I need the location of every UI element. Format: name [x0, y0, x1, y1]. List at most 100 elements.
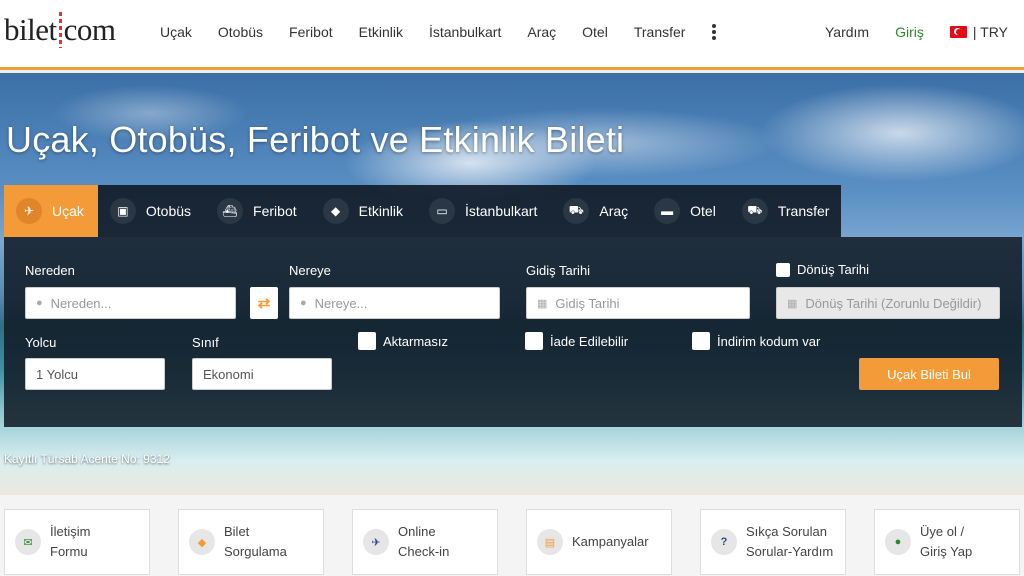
- to-input[interactable]: ● Nereye...: [289, 287, 500, 319]
- tursab-notice: Kayıtlı Türsab Acente No: 9312: [4, 452, 170, 466]
- class-label: Sınıf: [192, 335, 219, 350]
- from-label: Nereden: [25, 263, 75, 278]
- page-title: Uçak, Otobüs, Feribot ve Etkinlik Bileti: [6, 119, 625, 160]
- help-link[interactable]: Yardım: [825, 24, 869, 40]
- quick-link-campaigns[interactable]: ▤ Kampanyalar: [526, 509, 672, 575]
- from-input[interactable]: ● Nereden...: [25, 287, 236, 319]
- tab-label: Otobüs: [145, 203, 192, 219]
- tab-label: İstanbulkart: [464, 203, 538, 219]
- nonstop-checkbox[interactable]: Aktarmasız: [358, 332, 448, 350]
- ticket-icon: ◆: [189, 529, 215, 555]
- checkbox-box[interactable]: [525, 332, 543, 350]
- bed-icon: ▬: [654, 198, 681, 224]
- tab-ucak[interactable]: ✈ Uçak: [4, 185, 98, 237]
- nav-feribot[interactable]: Feribot: [289, 24, 333, 40]
- quick-link-label: Kampanyalar: [572, 534, 649, 549]
- location-pin-icon: ●: [36, 297, 43, 309]
- tab-istanbulkart[interactable]: ▭ İstanbulkart: [417, 185, 551, 237]
- return-date-placeholder: Dönüş Tarihi (Zorunlu Değildir): [805, 295, 982, 311]
- checkbox-box[interactable]: [692, 332, 710, 350]
- passenger-select[interactable]: 1 Yolcu: [25, 358, 165, 390]
- depart-date-label: Gidiş Tarihi: [526, 263, 591, 278]
- discount-code-label: İndirim kodum var: [717, 333, 821, 349]
- currency-selector[interactable]: | TRY: [973, 24, 1008, 40]
- return-date-input[interactable]: ▦ Dönüş Tarihi (Zorunlu Değildir): [776, 287, 1000, 319]
- passenger-label: Yolcu: [25, 335, 57, 350]
- header-right: Yardım Giriş | TRY: [825, 24, 1008, 40]
- bus-icon: ▣: [109, 198, 136, 224]
- tab-otel[interactable]: ▬ Otel: [642, 185, 730, 237]
- tab-label: Araç: [599, 203, 629, 219]
- ferry-icon: ⛴: [217, 198, 244, 224]
- from-placeholder: Nereden...: [50, 295, 112, 311]
- checkbox-box[interactable]: [358, 332, 376, 350]
- site-logo[interactable]: bilet com: [4, 12, 116, 48]
- class-value: Ekonomi: [203, 366, 254, 382]
- plane-icon: ✈: [16, 198, 42, 224]
- quick-link-label: Bilet Sorgulama: [224, 524, 287, 559]
- tab-otobus[interactable]: ▣ Otobüs: [98, 185, 205, 237]
- class-select[interactable]: Ekonomi: [192, 358, 332, 390]
- depart-date-input[interactable]: ▦ Gidiş Tarihi: [526, 287, 750, 319]
- flight-search-form: Nereden ● Nereden... ⇄ Nereye ● Nereye..…: [4, 237, 1022, 427]
- quick-link-label: İletişim Formu: [50, 524, 91, 559]
- nav-etkinlik[interactable]: Etkinlik: [359, 24, 403, 40]
- quick-link-contact[interactable]: ✉ İletişim Formu: [4, 509, 150, 575]
- tab-label: Feribot: [253, 203, 297, 219]
- calendar-icon: ▦: [537, 297, 548, 310]
- refundable-label: İade Edilebilir: [550, 333, 629, 349]
- to-label: Nereye: [289, 263, 331, 278]
- tab-label: Etkinlik: [358, 203, 403, 219]
- tab-transfer[interactable]: ⛟ Transfer: [730, 185, 844, 237]
- nav-transfer[interactable]: Transfer: [634, 24, 686, 40]
- to-placeholder: Nereye...: [314, 295, 368, 311]
- quick-link-label: Sıkça Sorulan Sorular-Yardım: [746, 524, 834, 559]
- nav-istanbulkart[interactable]: İstanbulkart: [429, 24, 501, 40]
- nonstop-label: Aktarmasız: [383, 333, 449, 349]
- tab-label: Transfer: [777, 203, 830, 219]
- refundable-checkbox[interactable]: İade Edilebilir: [525, 332, 628, 350]
- search-flight-button[interactable]: Uçak Bileti Bul: [859, 358, 999, 390]
- location-pin-icon: ●: [300, 297, 307, 309]
- more-menu-icon[interactable]: [709, 22, 719, 42]
- quick-link-ticket-query[interactable]: ◆ Bilet Sorgulama: [178, 509, 324, 575]
- turkey-flag-icon[interactable]: [949, 26, 967, 38]
- quick-link-label: Üye ol / Giriş Yap: [920, 524, 973, 559]
- tab-etkinlik[interactable]: ◆ Etkinlik: [311, 185, 417, 237]
- tab-label: Otel: [690, 203, 716, 219]
- ticket-icon: ◆: [322, 198, 349, 224]
- quick-link-signup[interactable]: ● Üye ol / Giriş Yap: [874, 509, 1020, 575]
- swap-direction-button[interactable]: ⇄: [250, 287, 278, 319]
- taxi-icon: ⛟: [741, 198, 768, 224]
- checkbox-box[interactable]: [776, 262, 790, 277]
- discount-code-checkbox[interactable]: İndirim kodum var: [692, 332, 820, 350]
- login-link[interactable]: Giriş: [895, 24, 924, 40]
- tab-label: Uçak: [52, 203, 84, 219]
- nav-arac[interactable]: Araç: [527, 24, 556, 40]
- card-icon: ▭: [428, 198, 455, 224]
- return-date-checkbox[interactable]: Dönüş Tarihi: [776, 262, 869, 277]
- quick-links-bar: ✉ İletişim Formu ◆ Bilet Sorgulama ✈ Onl…: [0, 495, 1024, 576]
- logo-text-right: com: [63, 12, 116, 47]
- tab-arac[interactable]: ⛟ Araç: [551, 185, 642, 237]
- quick-link-label: Online Check-in: [398, 524, 450, 559]
- return-date-label: Dönüş Tarihi: [797, 262, 870, 277]
- plane-icon: ✈: [363, 529, 389, 555]
- logo-text-left: bilet: [4, 12, 57, 47]
- envelope-icon: ✉: [15, 529, 41, 555]
- car-icon: ⛟: [563, 198, 590, 224]
- hero-banner: Uçak, Otobüs, Feribot ve Etkinlik Bileti…: [0, 73, 1024, 495]
- nav-ucak[interactable]: Uçak: [160, 24, 192, 40]
- nav-otel[interactable]: Otel: [582, 24, 608, 40]
- tab-feribot[interactable]: ⛴ Feribot: [205, 185, 311, 237]
- passenger-value: 1 Yolcu: [36, 366, 78, 382]
- nav-otobus[interactable]: Otobüs: [218, 24, 263, 40]
- user-icon: ●: [885, 529, 911, 555]
- depart-date-placeholder: Gidiş Tarihi: [555, 295, 620, 311]
- campaign-icon: ▤: [537, 529, 563, 555]
- quick-link-faq[interactable]: ? Sıkça Sorulan Sorular-Yardım: [700, 509, 846, 575]
- product-tabs: ✈ Uçak ▣ Otobüs ⛴ Feribot ◆ Etkinlik ▭ İ…: [4, 185, 841, 237]
- calendar-icon: ▦: [787, 297, 798, 310]
- top-header: bilet com Uçak Otobüs Feribot Etkinlik İ…: [0, 0, 1024, 70]
- quick-link-checkin[interactable]: ✈ Online Check-in: [352, 509, 498, 575]
